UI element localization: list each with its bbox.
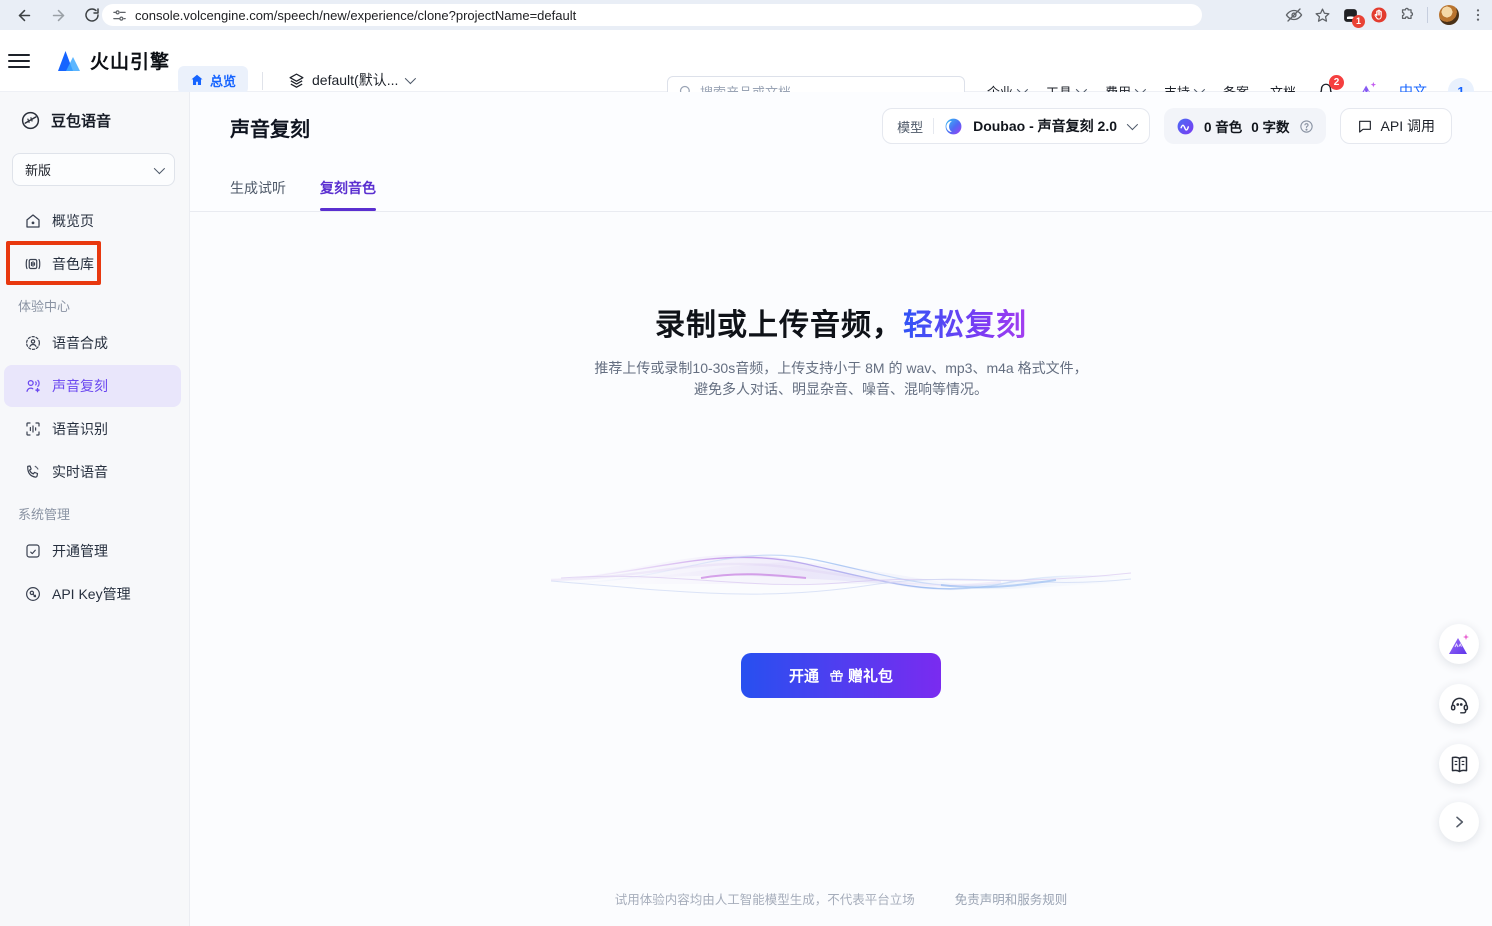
disclaimer-text: 试用体验内容均由人工智能模型生成，不代表平台立场 bbox=[615, 893, 915, 907]
tab-bar: 生成试听 复刻音色 bbox=[230, 178, 376, 211]
overview-nav[interactable]: 总览 bbox=[178, 66, 248, 94]
version-selector[interactable]: 新版 bbox=[12, 153, 175, 186]
volcengine-logo[interactable]: 火山引擎 bbox=[55, 47, 170, 74]
gift-icon bbox=[829, 668, 844, 683]
sidebar-item-realtime-voice[interactable]: 实时语音 bbox=[4, 451, 181, 493]
sidebar-item-api-key[interactable]: API Key管理 bbox=[4, 573, 181, 615]
product-header[interactable]: 豆包语音 bbox=[0, 92, 189, 131]
model-label: 模型 bbox=[897, 117, 923, 136]
overview-icon bbox=[24, 212, 42, 230]
activate-label: 开通 bbox=[789, 665, 819, 686]
api-key-icon bbox=[24, 585, 42, 603]
chevron-down-icon bbox=[154, 162, 165, 173]
project-stack-icon bbox=[288, 72, 305, 89]
blocker-icon[interactable] bbox=[1370, 6, 1388, 24]
hero-section: 录制或上传音频，轻松复刻 推荐上传或录制10-30s音频，上传支持小于 8M 的… bbox=[190, 212, 1492, 926]
address-bar[interactable]: console.volcengine.com/speech/new/experi… bbox=[102, 4, 1202, 26]
back-icon[interactable] bbox=[12, 3, 36, 27]
profile-avatar[interactable] bbox=[1439, 5, 1459, 25]
hero-desc-line1: 推荐上传或录制10-30s音频，上传支持小于 8M 的 wav、mp3、m4a … bbox=[190, 358, 1492, 379]
hero-description: 推荐上传或录制10-30s音频，上传支持小于 8M 的 wav、mp3、m4a … bbox=[190, 358, 1492, 400]
customer-service-button[interactable] bbox=[1439, 684, 1479, 724]
sidebar-section-system: 系统管理 bbox=[0, 497, 189, 529]
api-call-icon bbox=[1357, 118, 1373, 134]
chevron-right-icon bbox=[1451, 814, 1467, 830]
chevron-down-icon bbox=[1127, 119, 1138, 130]
bookmark-star-icon[interactable] bbox=[1314, 7, 1331, 24]
api-call-label: API 调用 bbox=[1381, 116, 1435, 136]
waveform-graphic bbox=[551, 522, 1131, 622]
disclaimer-link[interactable]: 免责声明和服务规则 bbox=[955, 893, 1068, 907]
collapse-panel-button[interactable] bbox=[1439, 802, 1479, 842]
site-info-icon[interactable] bbox=[112, 8, 127, 23]
hero-title-gradient: 轻松复刻 bbox=[903, 309, 1027, 342]
docs-book-icon bbox=[1449, 754, 1470, 775]
headset-icon bbox=[1449, 694, 1470, 715]
char-count: 0 字数 bbox=[1251, 116, 1289, 136]
usage-coin-icon bbox=[1176, 117, 1195, 136]
docs-button[interactable] bbox=[1439, 744, 1479, 784]
sidebar-item-voice-clone[interactable]: 声音复刻 bbox=[4, 365, 181, 407]
voice-clone-icon bbox=[24, 377, 42, 395]
volcano-ai-icon bbox=[1447, 633, 1471, 655]
model-value: Doubao - 声音复刻 2.0 bbox=[973, 116, 1117, 136]
header-divider bbox=[262, 72, 263, 90]
app-header: 火山引擎 总览 default(默认... 搜索产品或文档 企业 工具 费用 支… bbox=[0, 30, 1492, 92]
toolbar-divider bbox=[1427, 7, 1428, 23]
voice-library-icon bbox=[24, 255, 42, 273]
divider bbox=[933, 118, 934, 134]
tab-clone-voice[interactable]: 复刻音色 bbox=[320, 178, 376, 211]
voice-count: 0 音色 bbox=[1204, 116, 1242, 136]
sidebar: 豆包语音 新版 概览页 音色库 体验中心 语音合成 声音复刻 语音识别 bbox=[0, 92, 190, 926]
page-footer: 试用体验内容均由人工智能模型生成，不代表平台立场 免责声明和服务规则 bbox=[190, 889, 1492, 908]
page-title: 声音复刻 bbox=[230, 113, 310, 142]
hero-desc-line2: 避免多人对话、明显杂音、噪音、混响等情况。 bbox=[190, 379, 1492, 400]
activate-button[interactable]: 开通 赠礼包 bbox=[741, 653, 941, 698]
puzzle-icon[interactable] bbox=[1399, 7, 1416, 24]
api-call-button[interactable]: API 调用 bbox=[1340, 108, 1452, 144]
notification-badge: 2 bbox=[1329, 75, 1344, 90]
activation-icon bbox=[24, 542, 42, 560]
doubao-model-icon bbox=[944, 117, 963, 136]
hero-title-plain: 录制或上传音频， bbox=[655, 309, 903, 342]
sidebar-item-asr[interactable]: 语音识别 bbox=[4, 408, 181, 450]
home-icon bbox=[190, 73, 204, 87]
url-text[interactable]: console.volcengine.com/speech/new/experi… bbox=[135, 8, 576, 23]
tab-generate-audition[interactable]: 生成试听 bbox=[230, 178, 286, 211]
main-content: 声音复刻 模型 Doubao - 声音复刻 2.0 0 音色 bbox=[190, 92, 1492, 926]
sidebar-item-overview[interactable]: 概览页 bbox=[4, 200, 181, 242]
eye-off-icon[interactable] bbox=[1285, 6, 1303, 24]
chevron-down-icon bbox=[405, 73, 416, 84]
model-selector[interactable]: 模型 Doubao - 声音复刻 2.0 bbox=[882, 108, 1150, 144]
sidebar-item-tts[interactable]: 语音合成 bbox=[4, 322, 181, 364]
extension-badge: 1 bbox=[1352, 15, 1365, 28]
overview-label: 总览 bbox=[210, 71, 236, 90]
asr-icon bbox=[24, 420, 42, 438]
browser-toolbar: console.volcengine.com/speech/new/experi… bbox=[0, 0, 1492, 30]
logo-text: 火山引擎 bbox=[90, 47, 170, 74]
project-name: default(默认... bbox=[312, 70, 398, 90]
usage-stats: 0 音色 0 字数 bbox=[1164, 108, 1326, 144]
page-header: 声音复刻 模型 Doubao - 声音复刻 2.0 0 音色 bbox=[190, 92, 1492, 212]
volcengine-logo-icon bbox=[55, 49, 83, 73]
hamburger-icon[interactable] bbox=[8, 51, 30, 71]
sidebar-item-activation[interactable]: 开通管理 bbox=[4, 530, 181, 572]
tts-icon bbox=[24, 334, 42, 352]
kebab-menu-icon[interactable] bbox=[1470, 7, 1486, 23]
sidebar-item-voice-library[interactable]: 音色库 bbox=[4, 243, 181, 285]
product-title: 豆包语音 bbox=[51, 110, 111, 131]
forward-icon[interactable] bbox=[46, 3, 70, 27]
gift-label: 赠礼包 bbox=[848, 665, 893, 686]
ai-assistant-float-button[interactable] bbox=[1439, 624, 1479, 664]
hero-title: 录制或上传音频，轻松复刻 bbox=[190, 300, 1492, 344]
reload-icon[interactable] bbox=[80, 3, 104, 27]
project-selector[interactable]: default(默认... bbox=[288, 70, 413, 90]
doubao-voice-icon bbox=[20, 110, 41, 131]
sidebar-section-experience: 体验中心 bbox=[0, 289, 189, 321]
help-icon[interactable] bbox=[1299, 119, 1314, 134]
extension-icon[interactable]: 1 bbox=[1342, 7, 1359, 24]
realtime-voice-icon bbox=[24, 463, 42, 481]
